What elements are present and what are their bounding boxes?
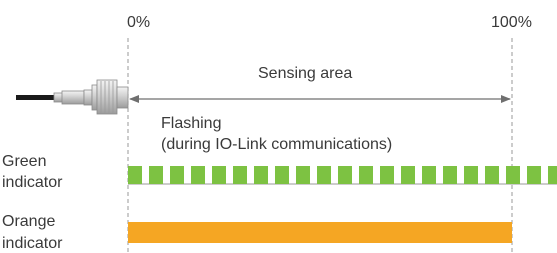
green-flash-segment xyxy=(233,166,247,184)
diagram-canvas xyxy=(16,38,557,253)
orange-indicator-label-line1: Orange xyxy=(2,213,56,230)
green-flash-segment xyxy=(128,166,142,184)
green-flash-segment xyxy=(149,166,163,184)
green-flash-segment xyxy=(548,166,557,184)
green-flash-segment xyxy=(401,166,415,184)
sensor-icon xyxy=(16,79,129,115)
green-flash-segment xyxy=(359,166,373,184)
sensing-diagram: 0% 100% Sensing area Flashing (during IO… xyxy=(0,0,557,253)
green-indicator-label-line2: indicator xyxy=(2,174,63,191)
green-flash-segment xyxy=(191,166,205,184)
green-flash-segment xyxy=(275,166,289,184)
scale-end-label: 100% xyxy=(491,14,532,31)
sensing-area-label: Sensing area xyxy=(258,65,353,82)
green-flash-segment xyxy=(296,166,310,184)
green-indicator-bar xyxy=(128,166,557,185)
orange-indicator-label-line2: indicator xyxy=(2,235,63,252)
scale-start-label: 0% xyxy=(127,14,151,31)
green-flash-segment xyxy=(380,166,394,184)
green-flash-segment xyxy=(527,166,541,184)
flashing-note-line2: (during IO-Link communications) xyxy=(161,136,393,153)
green-flash-segment xyxy=(170,166,184,184)
green-indicator-label-line1: Green xyxy=(2,153,47,170)
green-flash-segment xyxy=(422,166,436,184)
green-flash-segment xyxy=(338,166,352,184)
green-flash-segment xyxy=(443,166,457,184)
green-flash-segment xyxy=(485,166,499,184)
green-flash-segment xyxy=(464,166,478,184)
flashing-note-line1: Flashing xyxy=(161,115,222,132)
green-flash-segment xyxy=(317,166,331,184)
sensor-cable xyxy=(16,95,56,100)
green-flash-segment xyxy=(212,166,226,184)
green-flash-segment xyxy=(506,166,520,184)
green-flash-segment xyxy=(254,166,268,184)
orange-indicator-bar xyxy=(128,222,512,243)
green-indicator-segments xyxy=(128,166,557,184)
